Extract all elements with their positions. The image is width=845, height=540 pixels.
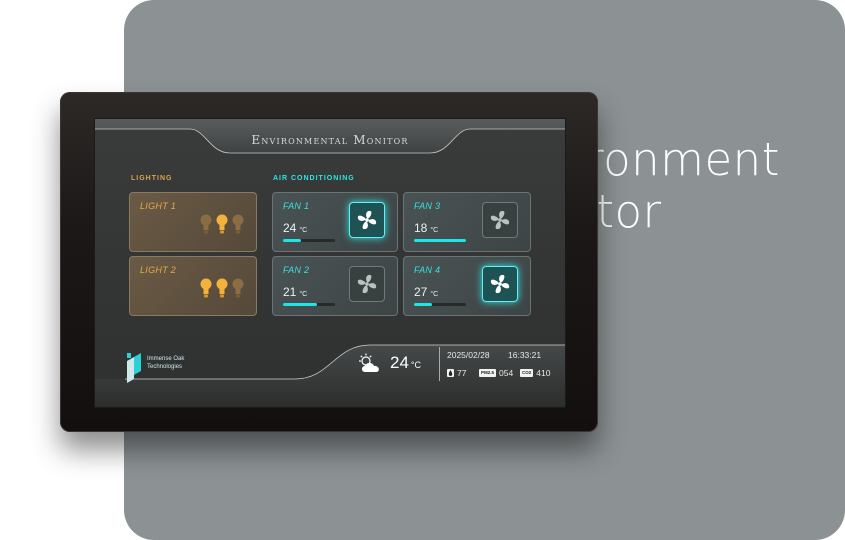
fan-temp-value: 24 [283, 221, 297, 235]
fan-toggle-button[interactable] [482, 266, 518, 302]
humidity-readout: 77 [447, 368, 466, 378]
co2-tag: CO2 [520, 369, 534, 377]
light-name: LIGHT 1 [140, 201, 177, 211]
water-drop-icon [447, 369, 454, 377]
fan-temp-unit: °C [430, 291, 439, 298]
fan-card-4: FAN 4 27 °C [403, 256, 531, 316]
fan-temp-unit: °C [430, 227, 439, 234]
fan-name: FAN 4 [414, 265, 441, 275]
bulb-on-icon [200, 278, 212, 298]
outdoor-temp-value: 24 [390, 353, 409, 372]
fan-temp: 24 °C [283, 221, 307, 235]
bulb-off-icon [232, 214, 244, 234]
fan-temp-unit: °C [299, 291, 308, 298]
pm25-value: 054 [499, 368, 514, 378]
fan-icon [357, 210, 377, 230]
pm25-tag: PM2.5 [479, 369, 497, 377]
fan-name: FAN 2 [283, 265, 310, 275]
pm25-readout: PM2.5 054 [479, 368, 513, 378]
outdoor-temperature: 24 °C [390, 353, 421, 373]
fan-level-bar [414, 303, 466, 306]
fan-temp: 27 °C [414, 285, 438, 299]
device-frame: Environmental Monitor LIGHTING AIR CONDI… [60, 92, 598, 432]
fan-card-2: FAN 2 21 °C [272, 256, 398, 316]
bulb-off-icon [232, 278, 244, 298]
fan-card-1: FAN 1 24 °C [272, 192, 398, 252]
date-display: 2025/02/28 [447, 350, 490, 360]
ac-section-label: AIR CONDITIONING [273, 175, 355, 182]
fan-level-bar [414, 239, 466, 242]
screen-title: Environmental Monitor [251, 133, 409, 147]
co2-value: 410 [536, 368, 551, 378]
fan-level-fill [414, 303, 433, 306]
fan-icon [357, 274, 377, 294]
fan-temp-unit: °C [299, 227, 308, 234]
co2-readout: CO2 410 [520, 368, 550, 378]
bulb-on-icon [216, 214, 228, 234]
light-card-2[interactable]: LIGHT 2 [129, 256, 257, 316]
company-name-line1: Immense Oak [147, 356, 185, 362]
fan-temp-value: 21 [283, 285, 297, 299]
fan-toggle-button[interactable] [482, 202, 518, 238]
company-name-line2: Technologies [147, 364, 183, 370]
lighting-section-label: LIGHTING [131, 175, 173, 182]
fan-temp-value: 18 [414, 221, 428, 235]
fan-level-fill [414, 239, 466, 242]
fan-temp: 18 °C [414, 221, 438, 235]
device-screen: Environmental Monitor LIGHTING AIR CONDI… [94, 118, 566, 408]
humidity-value: 77 [457, 368, 467, 378]
bulb-on-icon [216, 278, 228, 298]
fan-level-bar [283, 239, 335, 242]
fan-temp-value: 27 [414, 285, 428, 299]
light-card-1[interactable]: LIGHT 1 [129, 192, 257, 252]
fan-icon [490, 274, 510, 294]
partly-cloudy-icon [359, 353, 379, 372]
fan-card-3: FAN 3 18 °C [403, 192, 531, 252]
company-name: Immense Oak Technologies [147, 355, 184, 371]
outdoor-temp-unit: °C [410, 360, 422, 370]
fan-icon [490, 210, 510, 230]
fan-name: FAN 1 [283, 201, 310, 211]
fan-name: FAN 3 [414, 201, 441, 211]
title-bar: Environmental Monitor [95, 119, 565, 159]
status-footer: Immense Oak Technologies 24 °C 2025/02/28… [95, 339, 565, 407]
divider [439, 347, 440, 381]
time-display: 16:33:21 [508, 350, 542, 360]
fan-toggle-button[interactable] [349, 202, 385, 238]
fan-level-bar [283, 303, 335, 306]
fan-toggle-button[interactable] [349, 266, 385, 302]
fan-level-fill [283, 239, 302, 242]
fan-temp: 21 °C [283, 285, 307, 299]
light-name: LIGHT 2 [140, 265, 177, 275]
bulb-group [200, 277, 244, 299]
company-logo [127, 353, 141, 383]
bulb-off-icon [200, 214, 212, 234]
bulb-group [200, 213, 244, 235]
fan-level-fill [283, 303, 317, 306]
